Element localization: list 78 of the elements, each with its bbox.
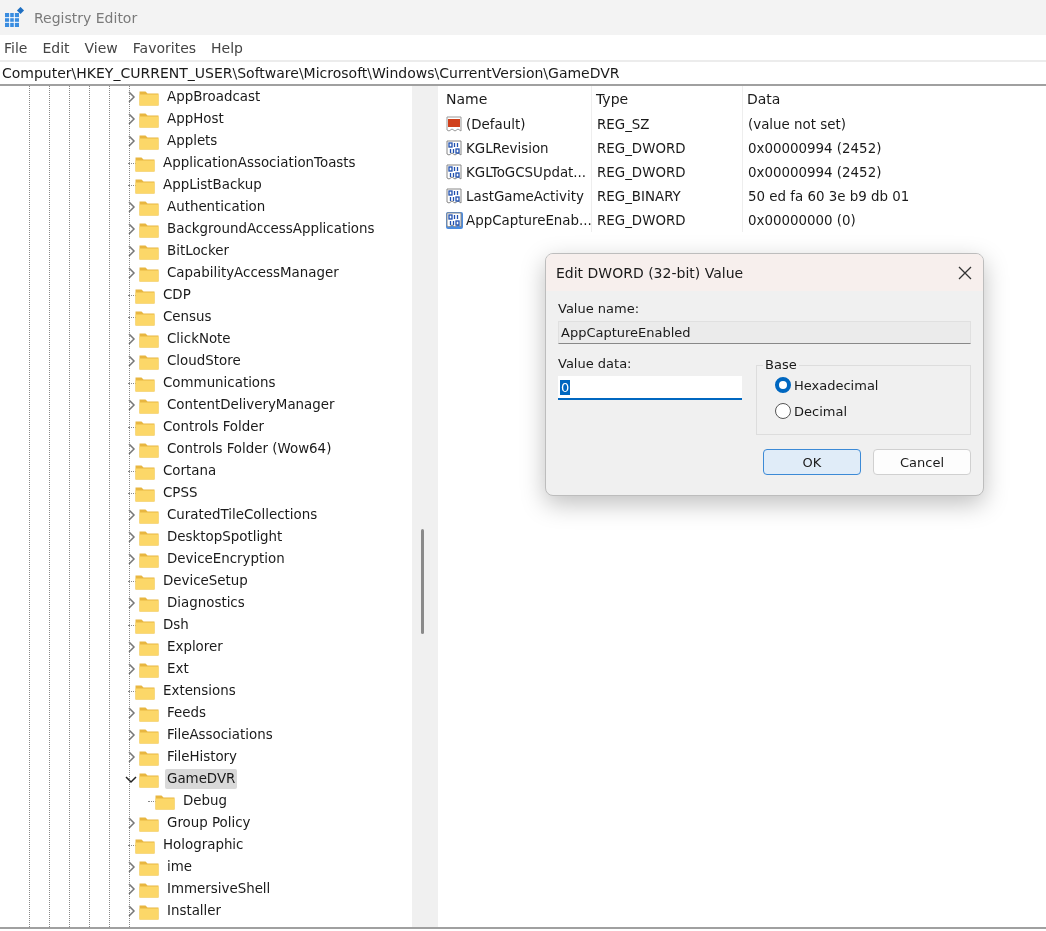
tree-item[interactable]: BitLocker bbox=[165, 241, 231, 261]
tree-item[interactable]: FileAssociations bbox=[165, 725, 275, 745]
menu-item[interactable]: Edit bbox=[38, 39, 78, 56]
tree-item[interactable]: CPSS bbox=[161, 483, 200, 503]
tree-item[interactable]: Dsh bbox=[161, 615, 191, 635]
group-label: Base bbox=[763, 357, 799, 372]
value-type: REG_DWORD bbox=[597, 164, 686, 180]
cancel-button[interactable]: Cancel bbox=[873, 449, 971, 475]
menu-item[interactable]: Help bbox=[207, 39, 251, 56]
tree-item[interactable]: CDP bbox=[161, 285, 193, 305]
value-name[interactable]: KGLRevision bbox=[466, 140, 549, 156]
tree-item[interactable]: Communications bbox=[161, 373, 278, 393]
tree-item[interactable]: CuratedTileCollections bbox=[165, 505, 320, 525]
tree-item[interactable]: DeviceEncryption bbox=[165, 549, 287, 569]
tree-item[interactable]: Debug bbox=[181, 791, 230, 811]
value-name[interactable]: LastGameActivity bbox=[466, 188, 584, 204]
radio-option[interactable]: Decimal bbox=[775, 398, 847, 424]
tree-item[interactable]: DesktopSpotlight bbox=[165, 527, 285, 547]
column-header[interactable]: Type bbox=[592, 86, 743, 112]
close-icon bbox=[957, 264, 973, 281]
value-data: 0x00000994 (2452) bbox=[748, 140, 882, 156]
tree-item[interactable]: CloudStore bbox=[165, 351, 243, 371]
tree-item[interactable]: DeviceSetup bbox=[161, 571, 250, 591]
tree-item[interactable]: ImmersiveShell bbox=[165, 879, 273, 899]
tree-item[interactable]: AppHost bbox=[165, 109, 226, 129]
column-header[interactable]: Name bbox=[442, 86, 592, 112]
value-data-field[interactable]: 0 bbox=[558, 376, 742, 400]
menu-item[interactable]: Favorites bbox=[128, 39, 205, 56]
tree-item[interactable]: Installer bbox=[165, 901, 224, 921]
tree-item[interactable]: Census bbox=[161, 307, 214, 327]
tree-item[interactable]: Controls Folder (Wow64) bbox=[165, 439, 334, 459]
value-type: REG_DWORD bbox=[597, 140, 686, 156]
tree-item[interactable]: Ext bbox=[165, 659, 191, 679]
tree-item[interactable]: Authentication bbox=[165, 197, 268, 217]
tree-item[interactable]: ApplicationAssociationToasts bbox=[161, 153, 358, 173]
scrollbar[interactable] bbox=[412, 86, 433, 927]
tree-item[interactable]: Cortana bbox=[161, 461, 219, 481]
tree-item[interactable]: AppListBackup bbox=[161, 175, 264, 195]
tree-item[interactable]: FileHistory bbox=[165, 747, 240, 767]
column-header[interactable]: Data bbox=[743, 86, 1046, 112]
tree-item[interactable]: ContentDeliveryManager bbox=[165, 395, 337, 415]
value-type: REG_DWORD bbox=[597, 212, 686, 228]
tree-item[interactable]: Feeds bbox=[165, 703, 208, 723]
value-name[interactable]: AppCaptureEnab... bbox=[466, 212, 592, 228]
tree-item[interactable]: Extensions bbox=[161, 681, 238, 701]
tree-item[interactable]: AppBroadcast bbox=[165, 87, 263, 107]
address-bar[interactable]: Computer\HKEY_CURRENT_USER\Software\Microsoft\Windows\CurrentVersion\GameDVR bbox=[0, 60, 1046, 86]
app-icon bbox=[4, 6, 26, 29]
value-name[interactable]: KGLToGCSUpdat... bbox=[466, 164, 587, 180]
dialog-title: Edit DWORD (32-bit) Value bbox=[556, 264, 744, 281]
value-data: 0x00000994 (2452) bbox=[748, 164, 882, 180]
tree-item[interactable]: Diagnostics bbox=[165, 593, 247, 613]
field-label: Value data: bbox=[558, 356, 633, 371]
tree-item[interactable]: ClickNote bbox=[165, 329, 233, 349]
tree-item[interactable]: Holographic bbox=[161, 835, 246, 855]
value-data: 50 ed fa 60 3e b9 db 01 bbox=[748, 188, 910, 204]
value-type: REG_BINARY bbox=[597, 188, 681, 204]
radio-option[interactable]: Hexadecimal bbox=[775, 372, 879, 398]
menu-item[interactable]: View bbox=[80, 39, 126, 56]
tree-item[interactable]: Group Policy bbox=[165, 813, 253, 833]
tree-item[interactable]: GameDVR bbox=[165, 769, 238, 789]
field-label: Value name: bbox=[558, 301, 641, 316]
tree-item[interactable]: CapabilityAccessManager bbox=[165, 263, 341, 283]
scroll-thumb[interactable] bbox=[421, 529, 424, 634]
ok-button[interactable]: OK bbox=[763, 449, 861, 475]
value-data: (value not set) bbox=[748, 116, 846, 132]
tree-item[interactable]: Applets bbox=[165, 131, 220, 151]
menu-item[interactable]: File bbox=[0, 39, 36, 56]
value-name-field[interactable]: AppCaptureEnabled bbox=[558, 321, 971, 344]
window-title: Registry Editor bbox=[34, 9, 138, 26]
tree-item[interactable]: Explorer bbox=[165, 637, 225, 657]
value-type: REG_SZ bbox=[597, 116, 650, 132]
tree-item[interactable]: ime bbox=[165, 857, 194, 877]
close-button[interactable] bbox=[957, 264, 973, 281]
value-name[interactable]: (Default) bbox=[466, 116, 526, 132]
tree-item[interactable]: Controls Folder bbox=[161, 417, 267, 437]
tree-item[interactable]: BackgroundAccessApplications bbox=[165, 219, 377, 239]
value-data: 0x00000000 (0) bbox=[748, 212, 856, 228]
